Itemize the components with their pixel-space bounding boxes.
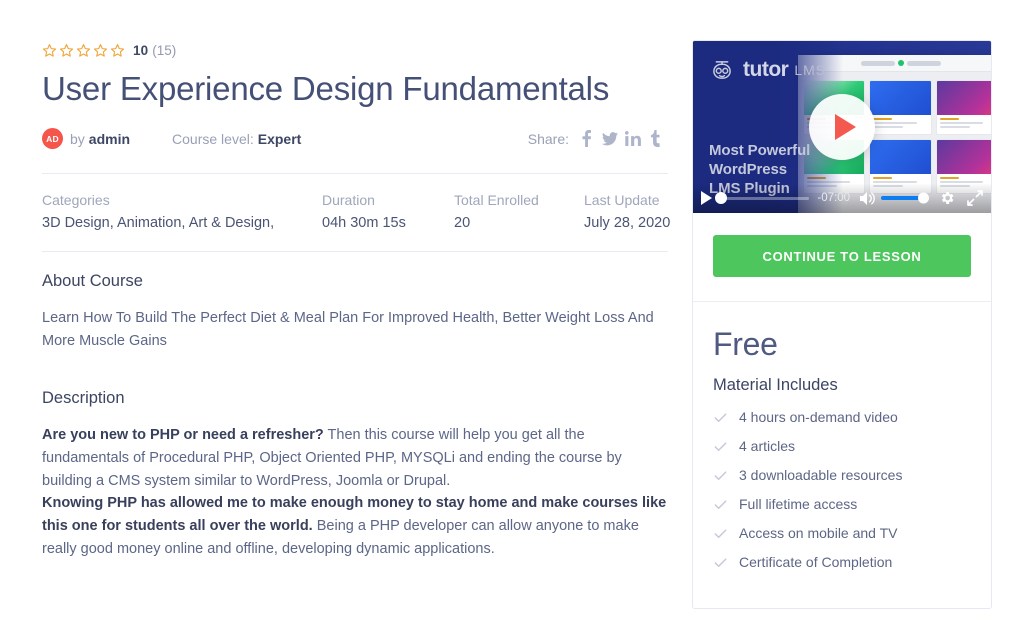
preview-dot [897,60,904,66]
volume-icon[interactable] [860,191,877,206]
material-item-label: 4 articles [739,438,796,454]
play-icon[interactable] [701,191,712,205]
tagline-line-2: WordPress [709,161,788,179]
preview-card [869,80,932,135]
stat-categories: Categories 3D Design, Animation, Art & D… [42,192,322,231]
stat-label: Last Update [584,191,660,208]
stat-value: July 28, 2020 [584,214,671,231]
tutor-lms-logo: tutor LMS [709,57,826,83]
star-icon[interactable] [59,43,74,58]
seek-bar[interactable] [715,192,810,204]
check-icon [714,528,727,538]
material-item-label: Access on mobile and TV [739,525,898,541]
fullscreen-icon[interactable] [967,190,983,206]
course-level-label: Course level: [172,130,254,147]
check-icon [714,557,727,567]
material-item-label: Certificate of Completion [739,554,893,570]
list-item: Certificate of Completion [713,554,971,570]
course-stats: Categories 3D Design, Animation, Art & D… [42,174,670,251]
author-link[interactable]: admin [89,131,130,147]
check-icon [714,499,727,509]
star-icon[interactable] [93,43,108,58]
about-course-body: Learn How To Build The Perfect Diet & Me… [42,309,654,349]
stat-duration: Duration 04h 30m 15s [322,192,454,231]
star-icon[interactable] [76,43,91,58]
course-sidebar: tutor LMS Most Powerful WordPress LMS Pl… [692,40,992,609]
material-includes-list: 4 hours on-demand video 4 articles 3 dow… [713,409,971,570]
list-item: 4 hours on-demand video [713,409,971,425]
preview-card [935,80,991,135]
description-body: Are you new to PHP or need a refresher? … [42,424,670,561]
volume-slider[interactable] [881,192,929,204]
linkedin-icon[interactable] [624,130,641,148]
price-area: Free Material Includes 4 hours on-demand… [693,302,991,570]
material-item-label: Full lifetime access [739,496,858,512]
stat-value: 3D Design, Animation, Art & Design, [42,214,275,231]
star-icon[interactable] [42,43,57,58]
play-button-overlay[interactable] [809,94,875,160]
gear-icon[interactable] [939,190,955,206]
check-icon [714,412,727,422]
seek-handle[interactable] [715,192,727,204]
description-section: Description Are you new to PHP or need a… [42,353,670,561]
share-block: Share: [528,130,670,148]
preview-pill [860,60,895,66]
check-icon [714,470,727,480]
volume-handle[interactable] [918,192,929,204]
rating-value: 10 [133,42,149,58]
video-controls-bar[interactable]: -07:00 [693,183,991,213]
rating-row: 10 (15) [42,40,670,60]
rating-stars[interactable] [42,43,125,58]
page-title: User Experience Design Fundamentals [42,70,610,107]
share-label: Share: [527,130,569,147]
about-course-title: About Course [42,271,143,290]
list-item: Full lifetime access [713,496,971,512]
check-icon [714,441,727,451]
course-price: Free [713,326,778,362]
list-item: 4 articles [713,438,971,454]
tutor-wordmark: tutor [743,58,789,81]
course-video-player[interactable]: tutor LMS Most Powerful WordPress LMS Pl… [693,41,991,213]
tumblr-icon[interactable] [647,130,664,148]
preview-pill [906,60,941,66]
avatar[interactable]: AD [42,128,63,150]
stat-value: 04h 30m 15s [322,214,406,231]
star-icon[interactable] [110,43,125,58]
about-course-section: About Course Learn How To Build The Perf… [42,252,670,353]
rating-count: (15) [152,42,177,58]
course-main-column: 10 (15) User Experience Design Fundament… [42,40,670,561]
stat-total-enrolled: Total Enrolled 20 [454,192,584,231]
course-level-value: Expert [257,130,302,147]
tutor-lms-suffix: LMS [794,62,827,78]
stat-last-update: Last Update July 28, 2020 [584,192,670,231]
play-icon [834,114,856,140]
stat-label: Duration [322,191,375,208]
twitter-icon[interactable] [601,130,618,148]
description-title: Description [42,388,125,407]
by-label: by [70,130,85,147]
description-para1-bold: Are you new to PHP or need a refresher? [42,426,324,443]
enroll-area: CONTINUE TO LESSON [693,213,991,302]
tutor-owl-icon [713,61,731,79]
material-item-label: 4 hours on-demand video [739,409,898,425]
tagline-line-1: Most Powerful [709,142,811,159]
stat-label: Total Enrolled [454,191,539,208]
time-remaining: -07:00 [817,192,850,204]
material-item-label: 3 downloadable resources [739,467,903,483]
facebook-icon[interactable] [578,130,595,148]
material-includes-title: Material Includes [713,376,838,394]
stat-value: 20 [454,214,471,231]
list-item: Access on mobile and TV [713,525,971,541]
course-meta-row: AD by admin Course level: Expert Share: [42,127,670,151]
course-page: 10 (15) User Experience Design Fundament… [0,0,1024,644]
stat-label: Categories [42,191,110,208]
continue-to-lesson-button[interactable]: CONTINUE TO LESSON [713,235,971,277]
list-item: 3 downloadable resources [713,467,971,483]
